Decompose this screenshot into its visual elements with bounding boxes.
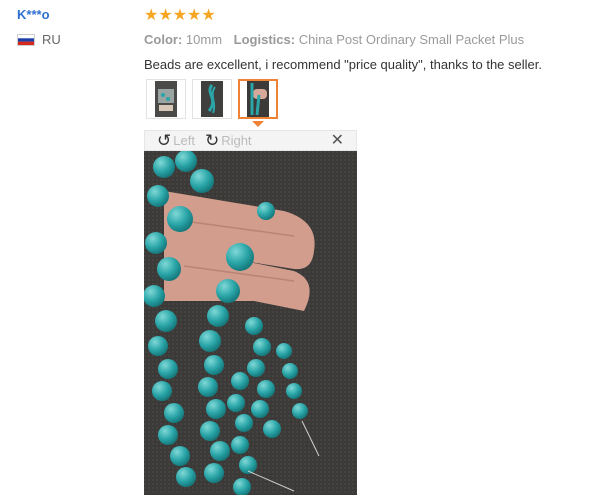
rotate-left-label: Left bbox=[173, 133, 195, 148]
viewer-toolbar: ↺ Left ↻ Right ✕ bbox=[144, 130, 357, 151]
review-thumbnails bbox=[146, 79, 284, 119]
logistics-label: Logistics: bbox=[233, 32, 296, 47]
thumbnail-3-image bbox=[247, 81, 269, 117]
photo-thumbnail-2[interactable] bbox=[192, 79, 232, 119]
review-text: Beads are excellent, i recommend "price … bbox=[144, 57, 542, 72]
buyer-info: K***o RU bbox=[17, 7, 61, 47]
active-thumbnail-caret bbox=[252, 121, 264, 127]
rotate-right-icon: ↻ bbox=[204, 131, 220, 150]
rotate-left-button[interactable]: ↺ Left bbox=[157, 132, 195, 149]
rotate-left-icon: ↺ bbox=[157, 131, 172, 150]
star-rating: ★★★★★ bbox=[144, 7, 216, 24]
logistics-value: China Post Ordinary Small Packet Plus bbox=[298, 32, 525, 47]
thumbnail-1-image bbox=[155, 81, 177, 117]
image-viewer: ↺ Left ↻ Right ✕ bbox=[144, 130, 357, 495]
photo-thumbnail-1[interactable] bbox=[146, 79, 186, 119]
review-content: ★★★★★ Color: 10mm Logistics: China Post … bbox=[144, 7, 590, 72]
buyer-name: K***o bbox=[17, 7, 50, 22]
review-photo bbox=[144, 151, 357, 495]
buyer-country: RU bbox=[17, 32, 61, 47]
country-code: RU bbox=[42, 32, 61, 47]
close-icon[interactable]: ✕ bbox=[331, 132, 344, 150]
rotate-right-label: Right bbox=[221, 133, 252, 148]
rotate-right-button[interactable]: ↻ Right bbox=[205, 132, 252, 149]
photo-thumbnail-3[interactable] bbox=[238, 79, 278, 119]
order-meta: Color: 10mm Logistics: China Post Ordina… bbox=[144, 32, 590, 47]
color-label: Color: bbox=[144, 32, 183, 47]
russia-flag-icon bbox=[17, 33, 35, 46]
color-value: 10mm bbox=[185, 32, 223, 47]
thumbnail-2-image bbox=[201, 81, 223, 117]
